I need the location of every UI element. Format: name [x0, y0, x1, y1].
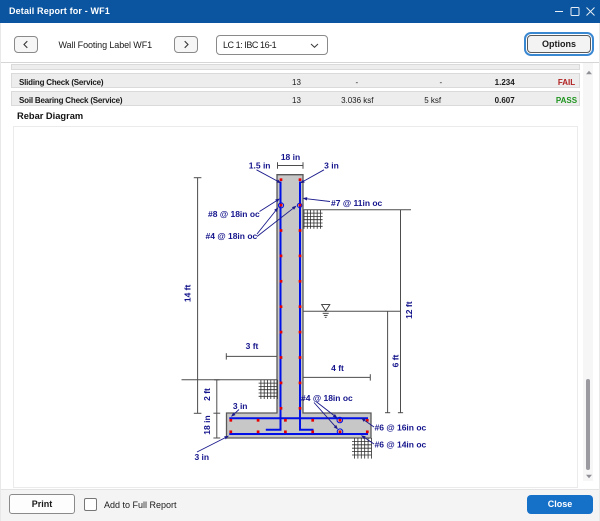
svg-text:#6 @ 16in oc: #6 @ 16in oc: [375, 422, 427, 432]
svg-text:6 ft: 6 ft: [391, 354, 401, 367]
svg-text:1.5 in: 1.5 in: [249, 161, 271, 171]
svg-text:#4 @ 18in oc: #4 @ 18in oc: [301, 393, 353, 403]
svg-text:3 in: 3 in: [233, 401, 248, 411]
svg-text:14 ft: 14 ft: [183, 284, 193, 302]
svg-text:3 in: 3 in: [324, 161, 339, 171]
svg-text:4 ft: 4 ft: [331, 363, 344, 373]
svg-text:#6 @ 14in oc: #6 @ 14in oc: [375, 439, 427, 449]
svg-text:3 in: 3 in: [194, 452, 209, 462]
svg-text:#8 @ 18in oc: #8 @ 18in oc: [208, 209, 260, 219]
svg-text:#4 @ 18in oc: #4 @ 18in oc: [206, 231, 258, 241]
svg-text:3 ft: 3 ft: [246, 341, 259, 351]
svg-text:12 ft: 12 ft: [404, 301, 414, 319]
svg-text:18 in: 18 in: [281, 152, 300, 162]
svg-text:2 ft: 2 ft: [202, 388, 212, 401]
svg-text:#7 @ 11in oc: #7 @ 11in oc: [331, 198, 383, 208]
svg-text:18 in: 18 in: [202, 415, 212, 434]
